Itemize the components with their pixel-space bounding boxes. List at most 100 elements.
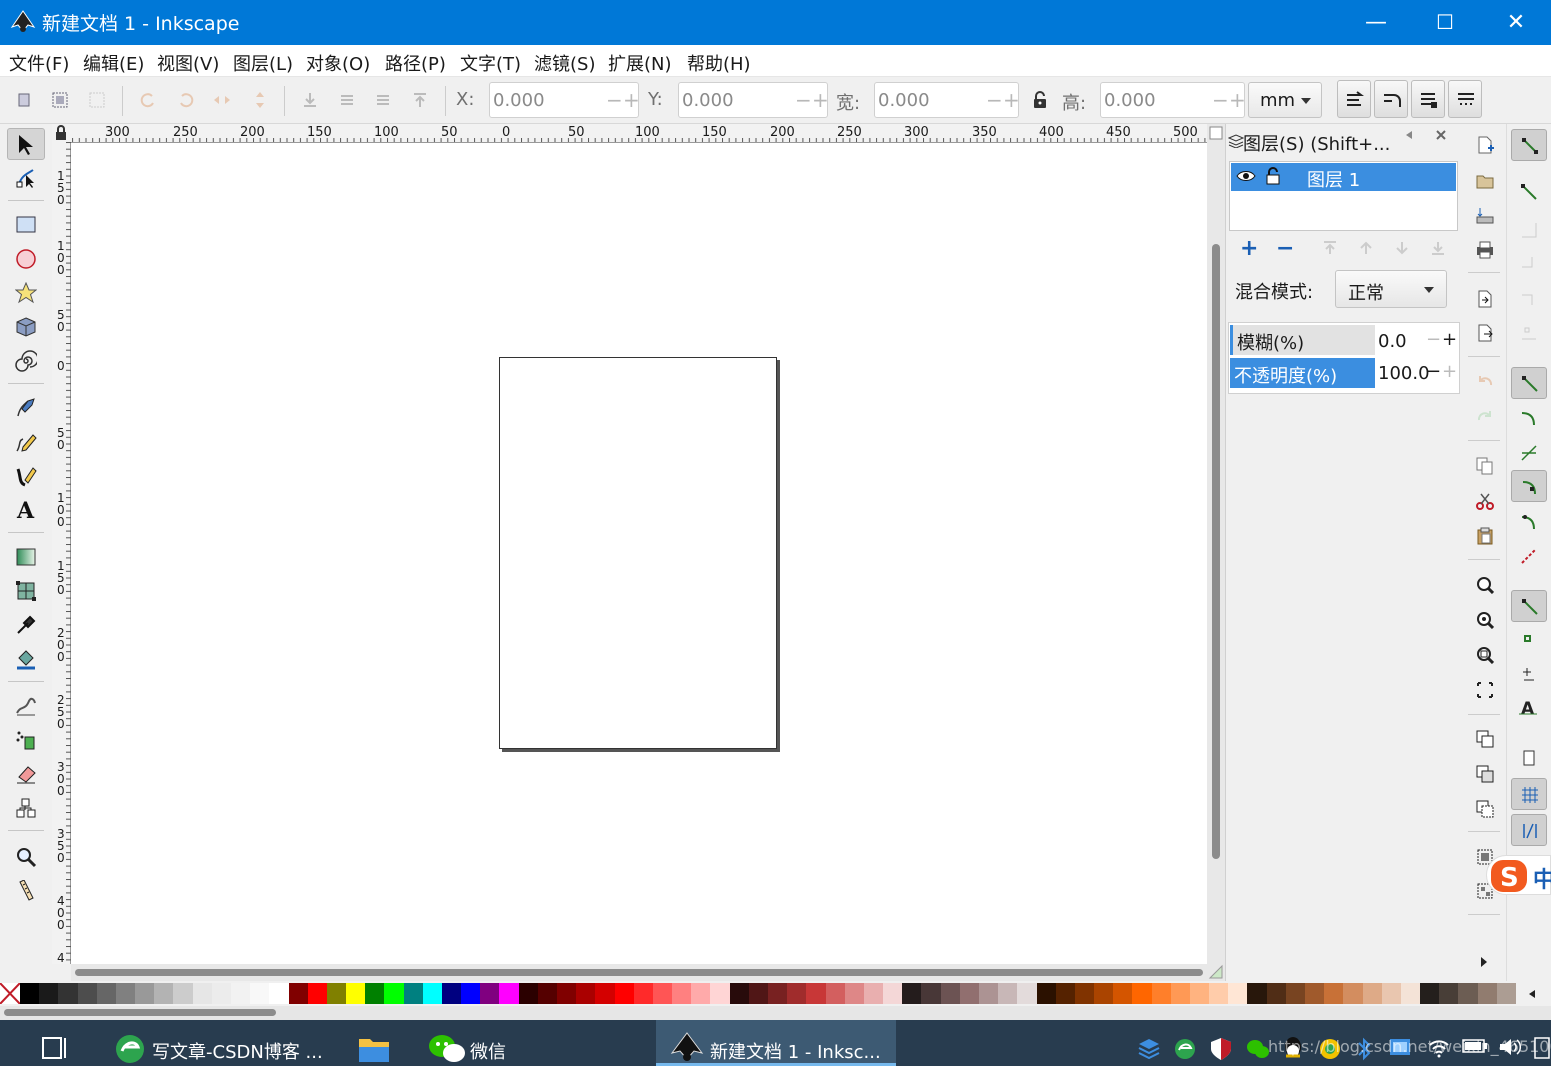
text-tool[interactable]: A (7, 494, 45, 526)
gradient-tool[interactable] (7, 541, 45, 573)
color-swatch[interactable] (1113, 983, 1133, 1004)
menu-edit[interactable]: 编辑(E) (83, 50, 144, 76)
color-swatch[interactable] (978, 983, 999, 1004)
color-swatch[interactable] (1228, 983, 1248, 1004)
snap-bbox[interactable] (1511, 176, 1547, 208)
raise-icon[interactable] (373, 90, 393, 110)
zoom-selection-icon[interactable] (1476, 576, 1494, 594)
flip-horizontal-icon[interactable] (212, 90, 232, 110)
color-swatch[interactable] (1285, 983, 1306, 1004)
zoom-drawing-icon[interactable] (1476, 611, 1494, 629)
color-swatch[interactable] (326, 983, 347, 1004)
layer-lower-icon[interactable] (1394, 240, 1410, 256)
bezier-tool[interactable] (7, 392, 45, 424)
color-swatch[interactable] (288, 983, 309, 1004)
taskbar-item-explorer[interactable] (345, 1020, 405, 1066)
rotate-ccw-icon[interactable] (138, 90, 158, 110)
layer-row[interactable]: 图层 1 (1231, 163, 1456, 191)
palette-scrollbar[interactable] (4, 1009, 276, 1016)
color-swatch[interactable] (998, 983, 1018, 1004)
select-all-icon[interactable] (14, 90, 34, 110)
snap-page-border[interactable] (1511, 742, 1547, 774)
remove-layer-button[interactable]: − (1276, 236, 1294, 261)
lock-proportions-icon[interactable] (1031, 90, 1051, 110)
color-swatch[interactable] (1132, 983, 1153, 1004)
select-all-layers-icon[interactable] (50, 90, 70, 110)
scale-stroke-button[interactable] (1337, 80, 1371, 118)
color-swatch[interactable] (1458, 983, 1479, 1004)
taskbar-item-wechat[interactable]: 微信 (418, 1020, 528, 1066)
color-swatch[interactable] (1170, 983, 1191, 1004)
paint-bucket-tool[interactable] (7, 643, 45, 675)
menu-extensions[interactable]: 扩展(N) (608, 50, 672, 76)
menu-object[interactable]: 对象(O) (306, 50, 370, 76)
color-swatch[interactable] (230, 983, 251, 1004)
node-tool[interactable] (7, 162, 45, 194)
color-swatch[interactable] (959, 983, 980, 1004)
deselect-icon[interactable] (87, 90, 107, 110)
color-swatch[interactable] (307, 983, 328, 1004)
color-swatch[interactable] (1074, 983, 1095, 1004)
color-swatch[interactable] (1400, 983, 1421, 1004)
color-swatch[interactable] (96, 983, 117, 1004)
export-icon[interactable] (1476, 324, 1494, 342)
color-swatch[interactable] (748, 983, 769, 1004)
width-increment[interactable]: + (1003, 88, 1020, 112)
color-swatch[interactable] (863, 983, 884, 1004)
eraser-tool[interactable] (7, 758, 45, 790)
color-swatch[interactable] (902, 983, 922, 1004)
snap-guides[interactable] (1511, 814, 1547, 846)
height-increment[interactable]: + (1229, 88, 1246, 112)
snap-bbox-midpoint[interactable] (1511, 282, 1547, 314)
undo-icon[interactable] (1476, 373, 1494, 391)
y-decrement[interactable]: − (795, 88, 812, 112)
snap-bbox-edge[interactable] (1511, 214, 1547, 246)
selector-tool[interactable] (7, 128, 45, 160)
duplicate-icon[interactable] (1476, 730, 1494, 748)
color-swatch[interactable] (1247, 983, 1268, 1004)
open-folder-icon[interactable] (1476, 172, 1494, 190)
calligraphy-tool[interactable] (7, 460, 45, 492)
snap-bbox-corner[interactable] (1511, 248, 1547, 280)
taskbar-item-inkscape[interactable]: 新建文档 1 - Inksc... (656, 1020, 896, 1066)
color-swatch[interactable] (557, 983, 577, 1004)
color-swatch[interactable] (1305, 983, 1325, 1004)
document-page[interactable] (499, 357, 777, 749)
menu-text[interactable]: 文字(T) (460, 50, 521, 76)
color-swatch[interactable] (1189, 983, 1210, 1004)
color-swatch[interactable] (1151, 983, 1172, 1004)
color-swatch[interactable] (1381, 983, 1402, 1004)
color-swatch[interactable] (1055, 983, 1076, 1004)
maximize-button[interactable]: ☐ (1410, 0, 1480, 45)
dock-close-icon[interactable] (1435, 129, 1447, 141)
snap-grid[interactable] (1511, 778, 1547, 810)
color-swatch[interactable] (576, 983, 596, 1004)
paste-icon[interactable] (1476, 527, 1494, 545)
opacity-value[interactable]: 100.0 (1378, 363, 1430, 384)
menu-file[interactable]: 文件(F) (9, 50, 69, 76)
color-swatch[interactable] (192, 983, 213, 1004)
raise-to-top-icon[interactable] (410, 90, 430, 110)
unlock-icon[interactable] (1265, 167, 1281, 185)
zoom-page-icon[interactable] (1476, 646, 1494, 664)
color-swatch[interactable] (346, 983, 366, 1004)
menu-filters[interactable]: 滤镜(S) (534, 50, 595, 76)
layer-name[interactable]: 图层 1 (1307, 166, 1360, 192)
color-swatch[interactable] (537, 983, 558, 1004)
snap-object-center[interactable] (1511, 624, 1547, 656)
close-button[interactable]: ✕ (1481, 0, 1551, 45)
redo-icon[interactable] (1476, 408, 1494, 426)
color-swatch[interactable] (1496, 983, 1517, 1004)
color-swatch[interactable] (1036, 983, 1057, 1004)
color-swatch[interactable] (1324, 983, 1344, 1004)
color-swatch[interactable] (691, 983, 711, 1004)
color-swatch[interactable] (883, 983, 903, 1004)
ellipse-tool[interactable] (7, 243, 45, 275)
rotate-cw-icon[interactable] (176, 90, 196, 110)
snap-bbox-center[interactable] (1511, 316, 1547, 348)
clone-icon[interactable] (1476, 765, 1494, 783)
color-swatch[interactable] (806, 983, 827, 1004)
tray-wechat-icon[interactable] (1246, 1038, 1270, 1060)
tweak-tool[interactable] (7, 690, 45, 722)
x-decrement[interactable]: − (606, 88, 623, 112)
